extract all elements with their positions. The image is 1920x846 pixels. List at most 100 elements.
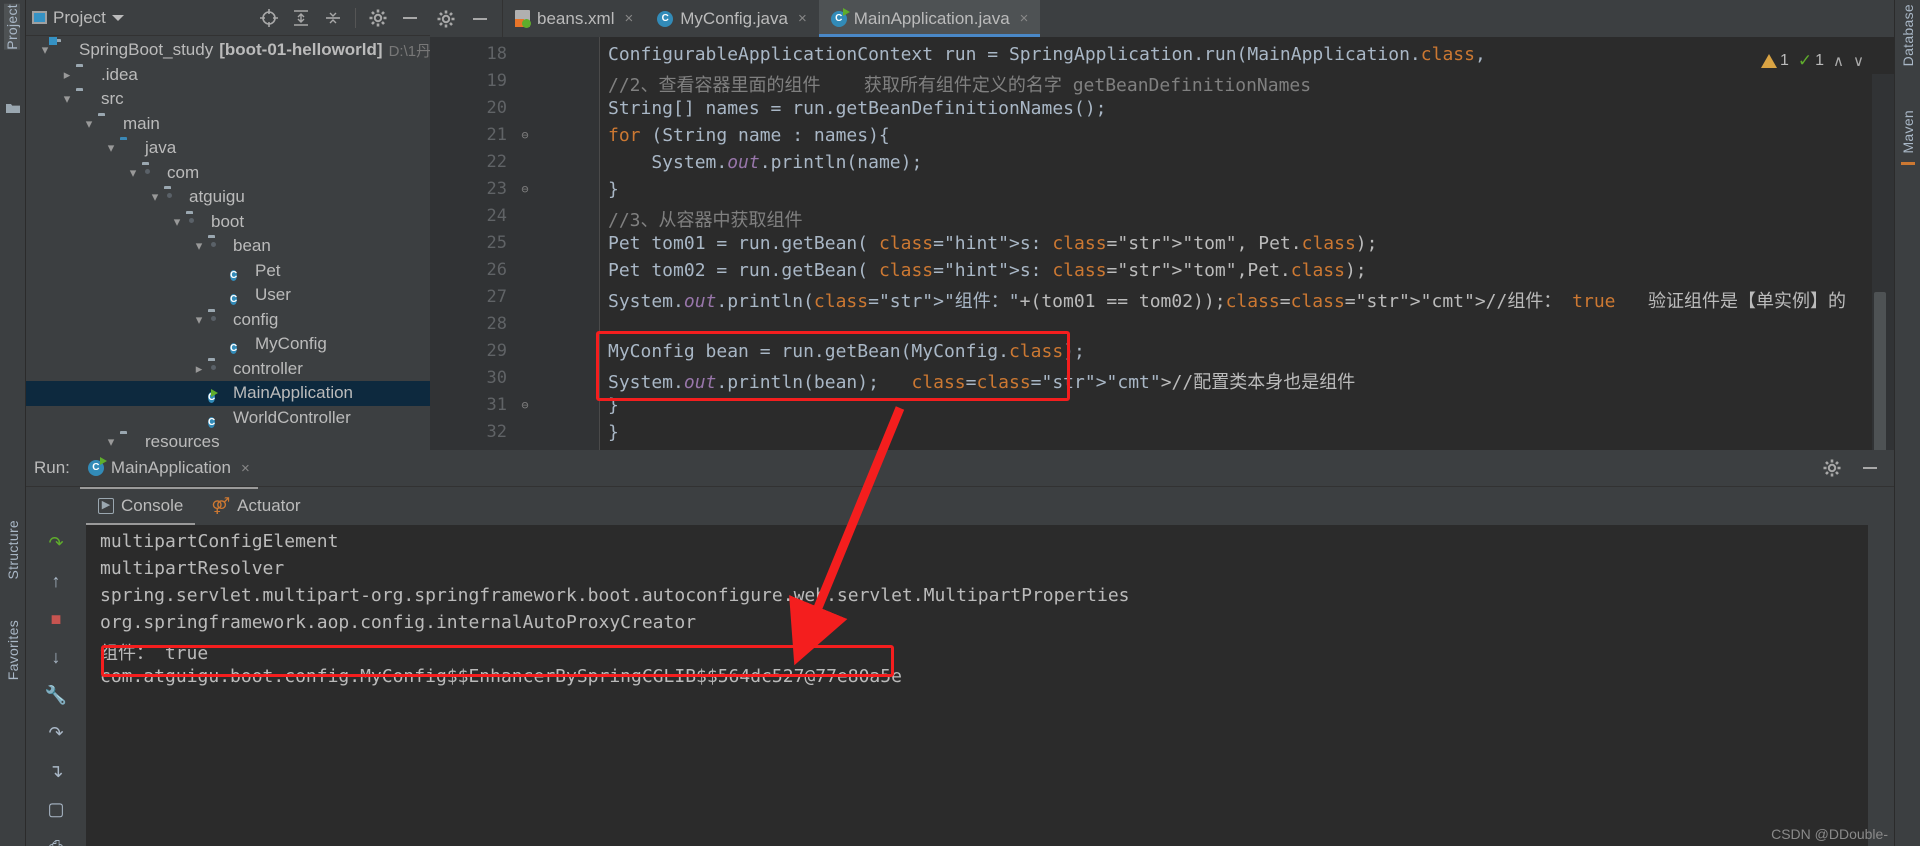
- rail-item-database[interactable]: Database: [1900, 4, 1916, 66]
- tree-item-src[interactable]: ▾ src: [26, 87, 430, 112]
- code-fold-icon[interactable]: ⊖: [518, 128, 532, 142]
- chevron-right-icon[interactable]: ▸: [190, 361, 208, 377]
- code-line[interactable]: for (String name : names){: [608, 125, 890, 146]
- tree-item--idea[interactable]: ▸ .idea: [26, 63, 430, 88]
- code-line[interactable]: Pet tom01 = run.getBean( class="hint">s:…: [608, 233, 1377, 254]
- run-subtabs[interactable]: ▶ Console ⚤ Actuator: [26, 487, 1894, 525]
- close-icon[interactable]: ×: [798, 10, 807, 27]
- rail-item-structure[interactable]: Structure: [5, 520, 21, 580]
- close-icon[interactable]: ×: [241, 460, 250, 477]
- code-line[interactable]: ConfigurableApplicationContext run = Spr…: [608, 44, 1486, 65]
- gear-icon[interactable]: [1822, 458, 1842, 478]
- tree-item-bean[interactable]: ▾ bean: [26, 234, 430, 259]
- down-arrow-icon[interactable]: ↓: [44, 645, 68, 669]
- chevron-down-icon[interactable]: [111, 14, 124, 21]
- chevron-down-icon[interactable]: ▾: [168, 214, 186, 230]
- wrench-icon[interactable]: 🔧: [44, 683, 68, 707]
- run-subtab-console[interactable]: ▶ Console: [86, 491, 196, 525]
- run-subtab-actuator[interactable]: ⚤ Actuator: [199, 491, 312, 521]
- chevron-down-icon[interactable]: ▾: [80, 116, 98, 132]
- tree-item-worldcontroller[interactable]: C WorldController: [26, 406, 430, 431]
- tree-item-label: atguigu: [189, 187, 245, 207]
- chevron-down-icon[interactable]: ▾: [58, 91, 76, 107]
- tree-item-label: main: [123, 113, 160, 133]
- minimize-icon[interactable]: [400, 8, 420, 28]
- tree-item-resources[interactable]: ▾ resources: [26, 430, 430, 450]
- code-fold-icon[interactable]: ⊖: [518, 182, 532, 196]
- editor-tab-beans-xml[interactable]: beans.xml ×: [503, 0, 645, 37]
- editor-tab-label: MyConfig.java: [680, 8, 788, 28]
- code-editor[interactable]: 18 19 20 21 22 23 24 25 26 27 28 29 30 31 32 ⊖ ⊖ ⊖ Config…: [430, 37, 1894, 450]
- line-number: 19: [486, 71, 507, 91]
- editor-tab-myconfig-java[interactable]: C MyConfig.java ×: [645, 0, 818, 37]
- warning-badge[interactable]: 1: [1760, 52, 1789, 70]
- minimize-icon[interactable]: [470, 9, 490, 29]
- scroll-to-end-icon[interactable]: ↴: [44, 759, 68, 783]
- prev-problem-icon[interactable]: ∧: [1833, 52, 1844, 70]
- console-output[interactable]: multipartConfigElement multipartResolver s…: [86, 525, 1868, 846]
- tree-item-myconfig[interactable]: C MyConfig: [26, 332, 430, 357]
- chevron-down-icon[interactable]: ▾: [190, 238, 208, 254]
- editor-scrollbar[interactable]: [1872, 74, 1894, 450]
- code-line[interactable]: System.out.println(class="str">"组件："+(to…: [608, 287, 1846, 313]
- tree-item-atguigu[interactable]: ▾ atguigu: [26, 185, 430, 210]
- up-arrow-icon[interactable]: ↑: [44, 569, 68, 593]
- next-problem-icon[interactable]: ∨: [1853, 52, 1864, 70]
- gear-icon[interactable]: [436, 9, 456, 29]
- tree-item-boot[interactable]: ▾ boot: [26, 210, 430, 235]
- editor-gutter[interactable]: 18 19 20 21 22 23 24 25 26 27 28 29 30 31 32 ⊖ ⊖ ⊖: [430, 37, 600, 450]
- camera-icon[interactable]: ▢: [44, 797, 68, 821]
- chevron-down-icon[interactable]: ▾: [146, 189, 164, 205]
- editor-tab-mainapplication-java[interactable]: C MainApplication.java ×: [818, 0, 1041, 37]
- code-fold-icon[interactable]: ⊖: [518, 398, 532, 412]
- close-icon[interactable]: ×: [1020, 10, 1029, 27]
- run-configuration-tab[interactable]: C MainApplication ×: [79, 455, 258, 489]
- expand-all-icon[interactable]: [291, 8, 311, 28]
- chevron-down-icon[interactable]: ▾: [124, 165, 142, 181]
- run-label: Run:: [34, 458, 70, 477]
- chevron-right-icon[interactable]: ▸: [58, 67, 76, 83]
- tree-item-label: .idea: [101, 64, 138, 84]
- code-line[interactable]: Pet tom02 = run.getBean( class="hint">s:…: [608, 260, 1367, 281]
- tree-item-config[interactable]: ▾ config: [26, 308, 430, 333]
- console-toolbar[interactable]: ↷ ↑ ■ ↓ 🔧 ↷ ↴ ▢ ⎙ ✖ ⇥: [26, 525, 86, 846]
- tree-item-springboot-study[interactable]: ▾ SpringBoot_study [boot-01-helloworld] D:\…: [26, 38, 430, 63]
- chevron-down-icon[interactable]: ▾: [102, 140, 120, 156]
- close-icon[interactable]: ×: [624, 10, 633, 27]
- collapse-all-icon[interactable]: [323, 8, 343, 28]
- soft-wrap-icon[interactable]: ↷: [44, 721, 68, 745]
- code-line[interactable]: String[] names = run.getBeanDefinitionNa…: [608, 98, 1107, 119]
- tree-item-user[interactable]: C User: [26, 283, 430, 308]
- code-line[interactable]: }: [608, 422, 619, 443]
- tree-item-mainapplication[interactable]: C MainApplication: [26, 381, 430, 406]
- tree-item-controller[interactable]: ▸ controller: [26, 357, 430, 382]
- scrollbar-thumb[interactable]: [1874, 292, 1886, 450]
- tree-item-main[interactable]: ▾ main: [26, 112, 430, 137]
- gear-icon[interactable]: [368, 8, 388, 28]
- rail-item-favorites[interactable]: Favorites: [5, 620, 21, 680]
- folder-icon[interactable]: [5, 100, 21, 116]
- editor-tabs[interactable]: beans.xml × C MyConfig.java × C MainApplicatio…: [503, 0, 1041, 37]
- ok-badge[interactable]: ✓ 1: [1798, 51, 1824, 71]
- rerun-icon[interactable]: ↷: [44, 531, 68, 555]
- tree-item-pet[interactable]: C Pet: [26, 259, 430, 284]
- chevron-down-icon[interactable]: ▾: [102, 434, 120, 450]
- rail-item-project[interactable]: Project: [4, 4, 20, 50]
- code-line[interactable]: System.out.println(name);: [608, 152, 922, 173]
- stop-icon[interactable]: ■: [44, 607, 68, 631]
- minimize-icon[interactable]: [1860, 458, 1880, 478]
- project-tree[interactable]: ▾ SpringBoot_study [boot-01-helloworld] D:\…: [26, 36, 430, 450]
- rail-item-maven[interactable]: Maven: [1900, 110, 1916, 154]
- code-line[interactable]: //2、查看容器里面的组件 获取所有组件定义的名字 getBeanDefinit…: [608, 71, 1311, 97]
- tree-item-com[interactable]: ▾ com: [26, 161, 430, 186]
- print-icon[interactable]: ⎙: [44, 835, 68, 846]
- tree-item-java[interactable]: ▾ java: [26, 136, 430, 161]
- code-line[interactable]: //3、从容器中获取组件: [608, 206, 803, 232]
- inspection-widget[interactable]: 1 ✓ 1 ∧ ∨: [1760, 51, 1864, 71]
- locate-icon[interactable]: [259, 8, 279, 28]
- code-line[interactable]: }: [608, 179, 619, 200]
- code-line[interactable]: MyConfig bean = run.getBean(MyConfig.cla…: [608, 341, 1085, 362]
- chevron-down-icon[interactable]: ▾: [190, 312, 208, 328]
- code-line[interactable]: }: [608, 395, 619, 416]
- code-line[interactable]: System.out.println(bean); class=class="s…: [608, 368, 1355, 394]
